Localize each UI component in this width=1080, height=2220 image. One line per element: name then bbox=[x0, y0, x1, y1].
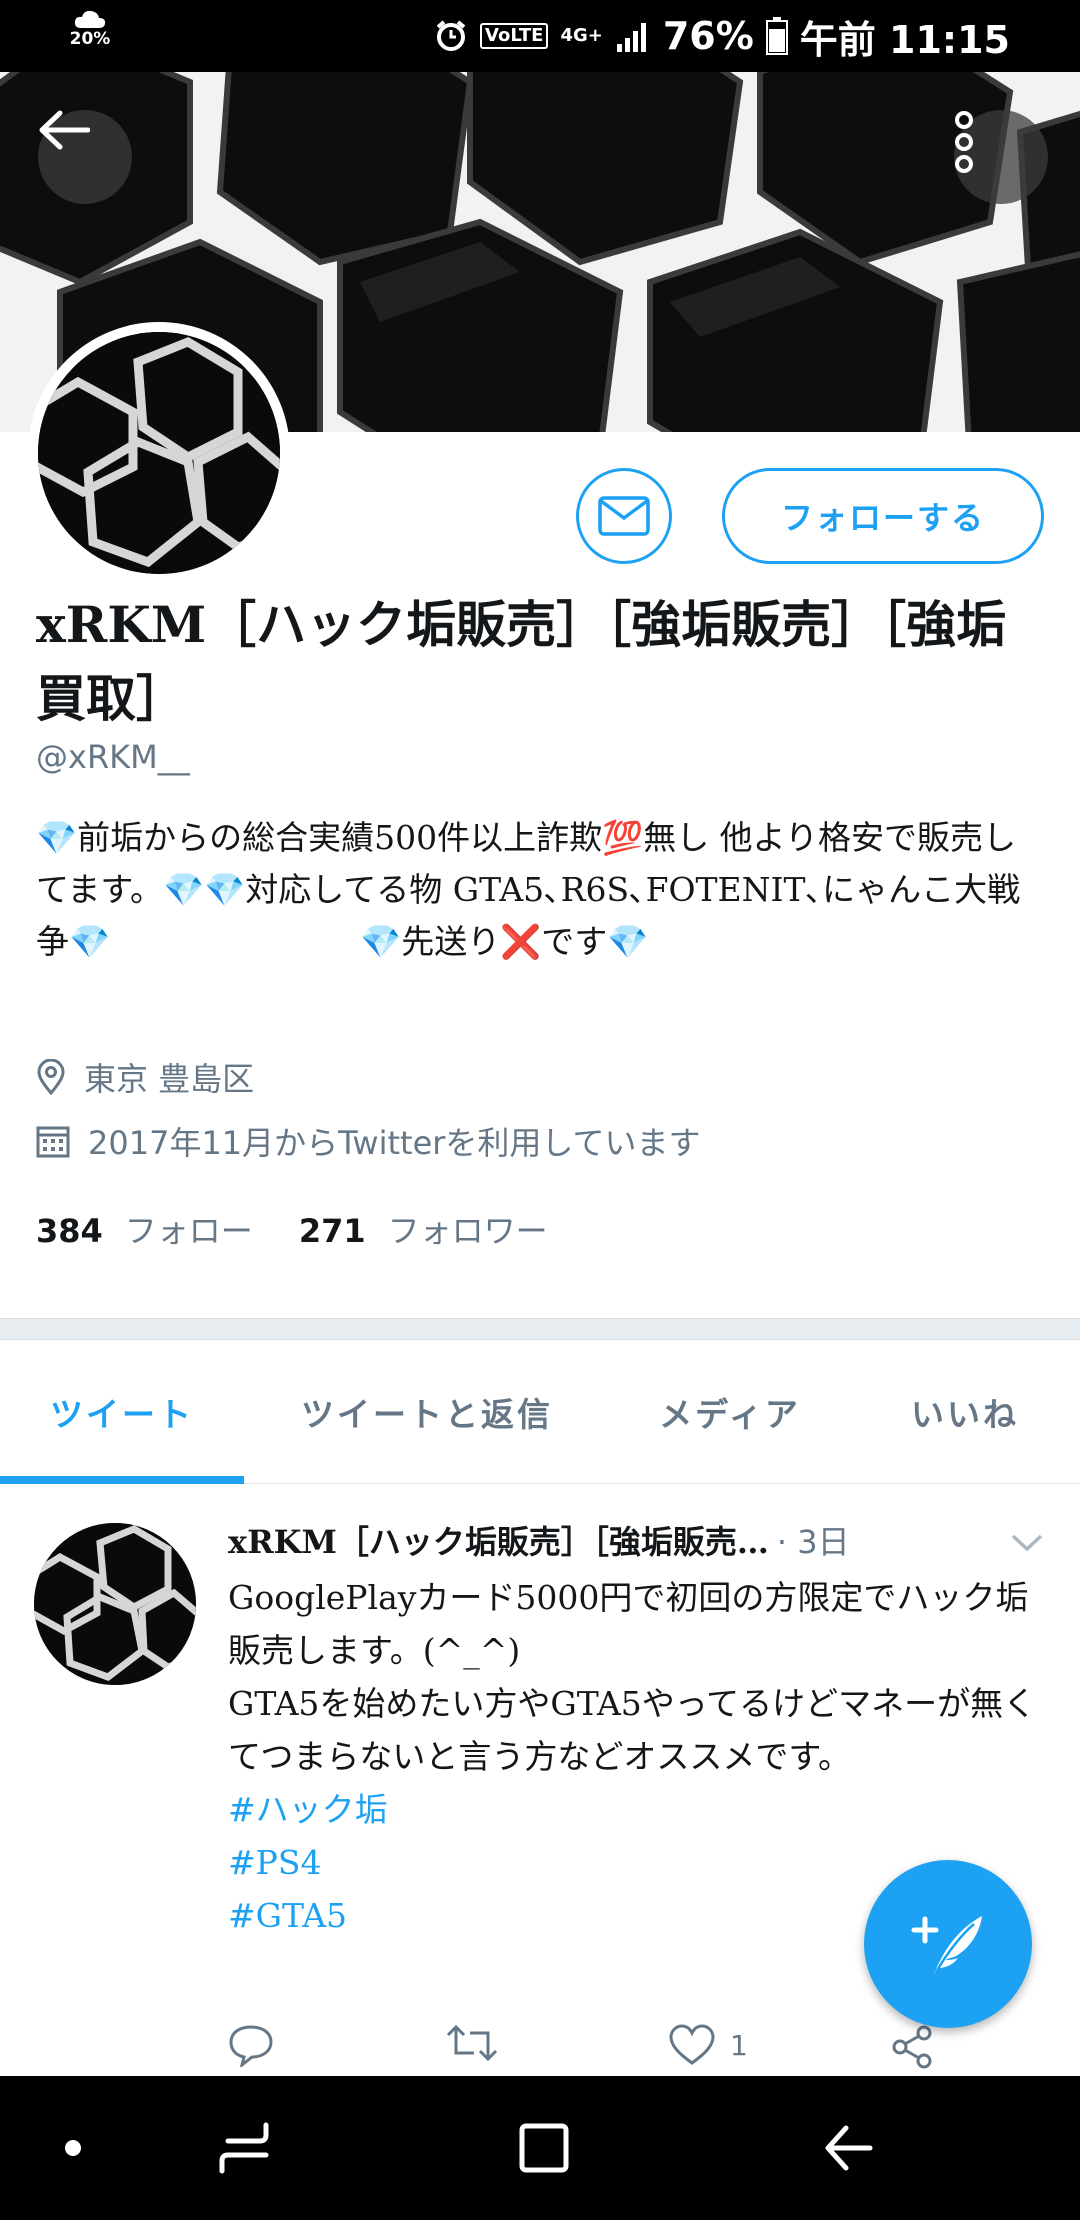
follow-counts: 384 フォロー 271 フォロワー bbox=[36, 1206, 548, 1252]
system-navigation-bar bbox=[0, 2076, 1080, 2220]
more-options-button[interactable] bbox=[954, 110, 1048, 204]
reply-button[interactable] bbox=[228, 2023, 274, 2067]
following-count: 384 bbox=[36, 1212, 103, 1250]
arrow-left-icon bbox=[39, 110, 90, 150]
profile-avatar[interactable] bbox=[28, 322, 290, 584]
recents-icon bbox=[219, 2122, 269, 2174]
avatar-image bbox=[38, 332, 280, 574]
reply-icon bbox=[229, 2025, 273, 2067]
hashtag-link[interactable]: #ハック垢 bbox=[228, 1783, 1048, 1836]
profile-tabs: ツイート ツイートと返信 メディア いいね bbox=[0, 1340, 1080, 1484]
user-handle: @xRKM__ bbox=[36, 738, 190, 776]
arrow-back-icon bbox=[825, 2125, 873, 2171]
location-text: 東京 豊島区 bbox=[84, 1060, 255, 1098]
tab-likes[interactable]: いいね bbox=[850, 1340, 1080, 1484]
tweet-text-line: GooglePlayカード5000円で初回の方限定でハック垢販売します。(^_^… bbox=[228, 1578, 1029, 1670]
section-divider bbox=[0, 1318, 1080, 1340]
gem-emoji: 💎 bbox=[607, 922, 649, 961]
nav-back-button[interactable] bbox=[788, 2076, 908, 2220]
retweet-button[interactable] bbox=[444, 2023, 500, 2063]
home-button[interactable] bbox=[484, 2076, 604, 2220]
tab-tweets-replies[interactable]: ツイートと返信 bbox=[244, 1340, 610, 1484]
bio-text-4: 先送り bbox=[401, 922, 501, 961]
compose-tweet-button[interactable] bbox=[864, 1860, 1032, 2028]
alarm-icon bbox=[436, 20, 466, 51]
weather-percent: 20% bbox=[69, 29, 111, 49]
followers-link[interactable]: 271 フォロワー bbox=[299, 1206, 548, 1252]
cloud-icon bbox=[74, 10, 106, 28]
gem-emoji: 💎 bbox=[36, 818, 78, 857]
more-vertical-icon bbox=[955, 111, 973, 173]
weather-indicator: 20% bbox=[68, 8, 112, 48]
clock: 午前 11:15 bbox=[799, 17, 1010, 62]
following-label: フォロー bbox=[124, 1212, 253, 1250]
bio-text-5: です bbox=[541, 922, 608, 961]
join-date-text: 2017年11月からTwitterを利用しています bbox=[88, 1124, 701, 1162]
recent-apps-button[interactable] bbox=[184, 2076, 304, 2220]
chevron-down-icon bbox=[1011, 1534, 1043, 1552]
like-button[interactable]: 1 bbox=[668, 2023, 748, 2067]
follow-button[interactable]: フォローする bbox=[722, 468, 1044, 564]
tweet-avatar[interactable] bbox=[34, 1523, 196, 1685]
square-home-icon bbox=[519, 2123, 569, 2173]
tab-tweets[interactable]: ツイート bbox=[0, 1340, 244, 1484]
share-button[interactable] bbox=[888, 2023, 936, 2071]
status-bar: 20% VoLTE 4G+ 76% 午前 11:15 bbox=[0, 0, 1080, 72]
location-pin-icon bbox=[37, 1059, 65, 1095]
tweet-actions: 1 bbox=[228, 2023, 948, 2083]
cross-emoji: ❌ bbox=[500, 922, 542, 961]
hundred-emoji: 💯 bbox=[602, 818, 644, 857]
compose-feather-icon bbox=[911, 1916, 982, 1974]
following-link[interactable]: 384 フォロー bbox=[36, 1206, 253, 1252]
retweet-icon bbox=[446, 2024, 498, 2062]
gem-emoji: 💎 bbox=[204, 870, 246, 909]
tweet-timestamp: · 3日 bbox=[776, 1523, 850, 1561]
gem-emoji: 💎 bbox=[360, 922, 402, 961]
nav-dot-button[interactable] bbox=[13, 2076, 133, 2220]
dot-icon bbox=[65, 2140, 81, 2156]
active-tab-indicator bbox=[0, 1476, 244, 1484]
followers-count: 271 bbox=[298, 1212, 366, 1250]
share-icon bbox=[892, 2025, 932, 2069]
battery-percent: 76% bbox=[662, 14, 754, 58]
message-button[interactable] bbox=[576, 468, 672, 564]
back-button[interactable] bbox=[38, 110, 132, 204]
envelope-icon bbox=[598, 496, 650, 536]
display-name: xRKM［ハック垢販売］［強垢販売］［強垢買取］ bbox=[36, 595, 1007, 728]
tweet-menu-button[interactable] bbox=[1010, 1533, 1044, 1557]
signal-icon bbox=[616, 23, 646, 52]
avatar-image bbox=[34, 1523, 196, 1685]
followers-label: フォロワー bbox=[387, 1212, 548, 1250]
volte-badge: VoLTE bbox=[480, 23, 549, 49]
profile-bio: 💎前垢からの総合実績500件以上詐欺💯無し 他より格安で販売してます。💎💎対応し… bbox=[36, 812, 1046, 968]
join-date-row: 2017年11月からTwitterを利用しています bbox=[36, 1118, 700, 1164]
battery-icon bbox=[765, 17, 788, 55]
like-count: 1 bbox=[730, 2028, 748, 2062]
network-type: 4G+ bbox=[560, 25, 603, 46]
gem-emoji: 💎 bbox=[163, 870, 205, 909]
tweet-text-line: GTA5を始めたい方やGTA5やってるけどマネーが無くてつまらないと言う方などオ… bbox=[228, 1684, 1037, 1776]
bio-text-1: 前垢からの総合実績500件以上詐欺 bbox=[77, 818, 603, 857]
tweet-header: xRKM［ハック垢販売］［強垢販売… · 3日 bbox=[228, 1517, 1028, 1563]
gem-emoji: 💎 bbox=[69, 922, 111, 961]
location-row: 東京 豊島区 bbox=[36, 1054, 254, 1100]
tab-media[interactable]: メディア bbox=[610, 1340, 850, 1484]
heart-icon bbox=[669, 2024, 715, 2065]
calendar-icon bbox=[36, 1126, 70, 1158]
tweet-author-name[interactable]: xRKM［ハック垢販売］［強垢販売… bbox=[228, 1517, 769, 1563]
